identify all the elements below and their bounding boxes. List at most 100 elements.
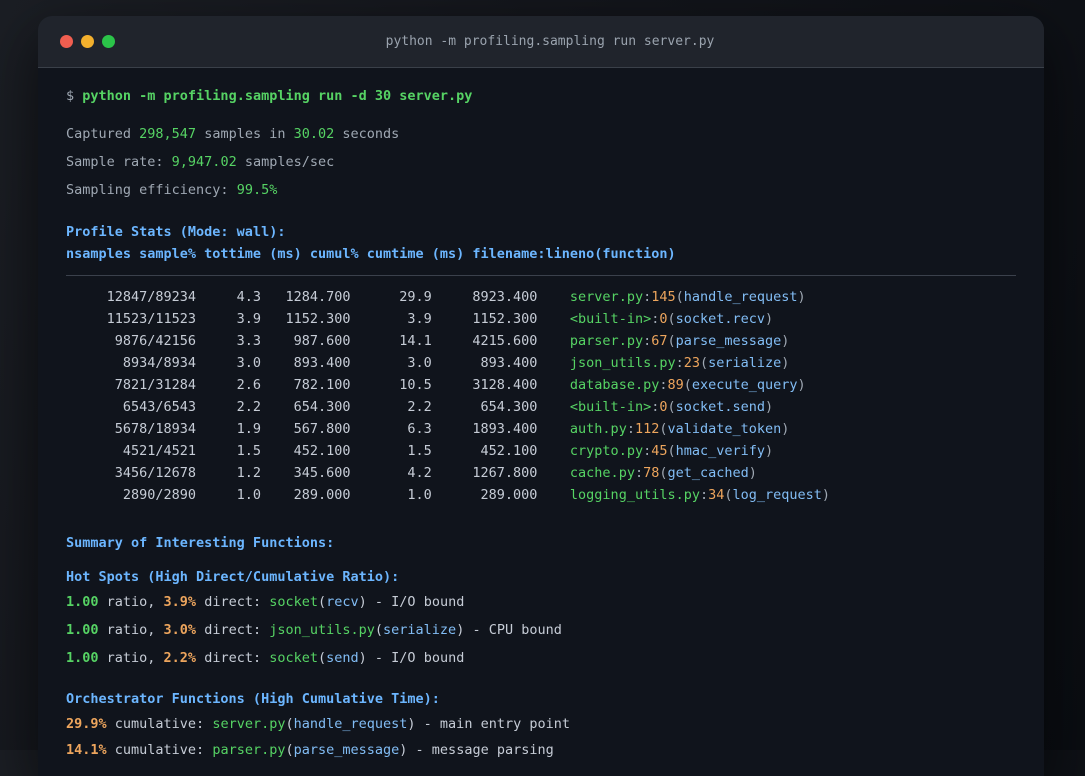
punctuation: ) [797,377,806,393]
orchestrator-heading: Orchestrator Functions (High Cumulative … [66,691,440,707]
role-note: - message parsing [407,742,554,758]
punctuation: ) [821,487,831,503]
filename: crypto.py [569,443,644,459]
terminal-titlebar: python -m profiling.sampling run server.… [38,16,1044,68]
row-metrics: 4521/4521 1.5 452.100 1.5 452.100 [66,443,570,459]
profile-table-row: 8934/8934 3.0 893.400 3.0 893.400 json_u… [66,352,1016,374]
punctuation: ) [781,421,790,437]
punctuation: ) [781,333,790,349]
punctuation: ( [659,421,668,437]
punctuation: ( [667,443,676,459]
text-segment: cumulative: [106,716,213,732]
function-name: send [326,650,359,666]
module-name: server.py [212,716,286,732]
text-segment: Sample rate: [66,154,172,170]
filename: auth.py [569,421,627,437]
punctuation: ( [318,650,327,666]
function-name: get_cached [667,465,749,481]
terminal-content: $ python -m profiling.sampling run -d 30… [38,68,1044,761]
direct-percent: 3.0% [163,622,197,638]
line-number: 45 [651,443,668,459]
direct-percent: 2.2% [163,650,197,666]
line-number: 89 [667,377,684,393]
table-divider [66,275,1016,276]
ratio-value: 1.00 [66,622,99,638]
minimize-button[interactable] [81,35,94,48]
window-title: python -m profiling.sampling run server.… [385,34,715,49]
punctuation: ( [667,311,676,327]
text-segment: 298,547 [139,126,197,142]
module-name: socket [269,594,318,610]
punctuation: : [643,443,652,459]
punctuation: : [699,487,709,503]
bound-note: - CPU bound [464,622,562,638]
punctuation: ( [667,399,676,415]
profile-table-row: 3456/12678 1.2 345.600 4.2 1267.800 cach… [66,462,1016,484]
filename: <built-in> [569,399,652,415]
row-metrics: 12847/89234 4.3 1284.700 29.9 8923.400 [66,289,570,305]
function-name: socket.recv [675,311,766,327]
command-line: $ python -m profiling.sampling run -d 30… [66,85,1016,107]
hot-spot-line: 1.00 ratio, 3.0% direct: json_utils.py(s… [66,619,1016,641]
shell-prompt: $ [66,88,83,104]
maximize-button[interactable] [102,35,115,48]
line-number: 78 [643,465,660,481]
text-segment: direct: [196,622,270,638]
punctuation: ( [659,465,668,481]
filename: parser.py [569,333,644,349]
punctuation: ) [765,311,774,327]
punctuation: ) [358,650,367,666]
punctuation: ( [318,594,327,610]
function-name: handle_request [293,716,408,732]
text-segment: cumulative: [106,742,213,758]
profile-table-row: 7821/31284 2.6 782.100 10.5 3128.400 dat… [66,374,1016,396]
text-segment: Sampling efficiency: [66,182,237,198]
function-name: hmac_verify [675,443,766,459]
row-metrics: 9876/42156 3.3 987.600 14.1 4215.600 [66,333,570,349]
cumulative-percent: 29.9% [66,716,107,732]
profile-table-row: 5678/18934 1.9 567.800 6.3 1893.400 auth… [66,418,1016,440]
text-segment: samples in [196,126,294,142]
punctuation: ( [285,742,294,758]
hot-spot-line: 1.00 ratio, 3.9% direct: socket(recv) - … [66,591,1016,613]
punctuation: ) [765,399,774,415]
function-name: serialize [383,622,457,638]
function-name: execute_query [691,377,798,393]
function-name: socket.send [675,399,766,415]
text-segment: seconds [334,126,400,142]
profile-table-row: 9876/42156 3.3 987.600 14.1 4215.600 par… [66,330,1016,352]
punctuation: ( [724,487,733,503]
punctuation: ( [700,355,709,371]
profile-table-header: nsamples sample% tottime (ms) cumul% cum… [66,246,676,262]
punctuation: : [634,465,644,481]
line-number: 23 [683,355,700,371]
row-metrics: 2890/2890 1.0 289.000 1.0 289.000 [66,487,570,503]
filename: cache.py [569,465,635,481]
traffic-lights [60,35,115,48]
profile-table-row: 11523/11523 3.9 1152.300 3.9 1152.300 <b… [66,308,1016,330]
text-segment: direct: [196,650,270,666]
punctuation: ) [407,716,416,732]
punctuation: ) [797,289,806,305]
ratio-value: 1.00 [66,594,99,610]
hot-spots-heading: Hot Spots (High Direct/Cumulative Ratio)… [66,569,400,585]
bound-note: - I/O bound [366,650,465,666]
punctuation: ( [683,377,692,393]
filename: server.py [569,289,644,305]
close-button[interactable] [60,35,73,48]
module-name: parser.py [212,742,286,758]
line-number: 34 [708,487,725,503]
text-segment: ratio, [98,650,164,666]
punctuation: ( [374,622,384,638]
row-metrics: 6543/6543 2.2 654.300 2.2 654.300 [66,399,570,415]
direct-percent: 3.9% [163,594,197,610]
text-segment: ratio, [98,622,164,638]
punctuation: ) [781,355,790,371]
row-metrics: 11523/11523 3.9 1152.300 3.9 1152.300 [66,311,570,327]
sample-rate-line: Sample rate: 9,947.02 samples/sec [66,151,1016,173]
row-metrics: 5678/18934 1.9 567.800 6.3 1893.400 [66,421,570,437]
punctuation: ( [667,333,676,349]
role-note: - main entry point [415,716,570,732]
function-name: parse_message [293,742,400,758]
punctuation: : [626,421,635,437]
